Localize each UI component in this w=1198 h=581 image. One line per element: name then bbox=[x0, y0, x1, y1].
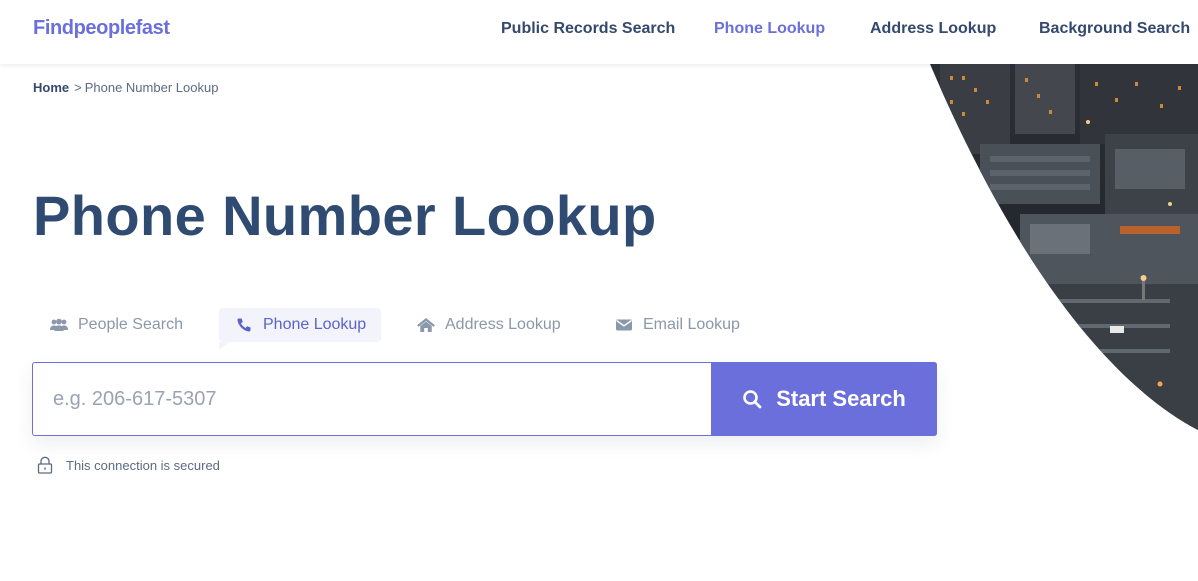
home-icon bbox=[416, 317, 436, 333]
tab-label: Address Lookup bbox=[445, 316, 561, 333]
site-header: Findpeoplefast Public Records Search Pho… bbox=[0, 0, 1198, 64]
tab-label: People Search bbox=[78, 316, 183, 333]
page: Findpeoplefast Public Records Search Pho… bbox=[0, 0, 1198, 581]
nav-address-lookup[interactable]: Address Lookup bbox=[870, 20, 996, 38]
tab-label: Email Lookup bbox=[643, 316, 740, 333]
breadcrumb: Home > Phone Number Lookup bbox=[33, 80, 218, 95]
phone-number-input[interactable] bbox=[33, 363, 711, 435]
site-logo[interactable]: Findpeoplefast bbox=[33, 17, 170, 40]
connection-secure-text: This connection is secured bbox=[66, 457, 220, 473]
tab-phone-lookup[interactable]: Phone Lookup bbox=[219, 308, 382, 350]
start-search-button[interactable]: Start Search bbox=[711, 362, 937, 436]
phone-icon bbox=[234, 317, 254, 333]
start-search-label: Start Search bbox=[776, 386, 906, 411]
tab-address-lookup[interactable]: Address Lookup bbox=[401, 308, 576, 342]
nav-background-search[interactable]: Background Search bbox=[1039, 20, 1190, 38]
hero-city-image bbox=[920, 64, 1198, 430]
tab-label: Phone Lookup bbox=[263, 316, 367, 333]
breadcrumb-current: Phone Number Lookup bbox=[84, 80, 219, 95]
breadcrumb-separator: > bbox=[74, 80, 82, 95]
users-icon bbox=[49, 317, 69, 333]
connection-secure-note: This connection is secured bbox=[37, 456, 220, 474]
breadcrumb-home[interactable]: Home bbox=[33, 80, 69, 95]
tab-email-lookup[interactable]: Email Lookup bbox=[599, 308, 755, 342]
page-title: Phone Number Lookup bbox=[33, 184, 657, 247]
lock-icon bbox=[37, 456, 53, 474]
nav-public-records-search[interactable]: Public Records Search bbox=[501, 20, 675, 38]
tab-people-search[interactable]: People Search bbox=[34, 308, 198, 342]
search-icon bbox=[742, 389, 762, 409]
envelope-icon bbox=[614, 317, 634, 333]
nav-phone-lookup[interactable]: Phone Lookup bbox=[714, 20, 825, 38]
city-photo-illustration bbox=[930, 64, 1198, 430]
phone-search-form: Start Search bbox=[32, 362, 937, 436]
